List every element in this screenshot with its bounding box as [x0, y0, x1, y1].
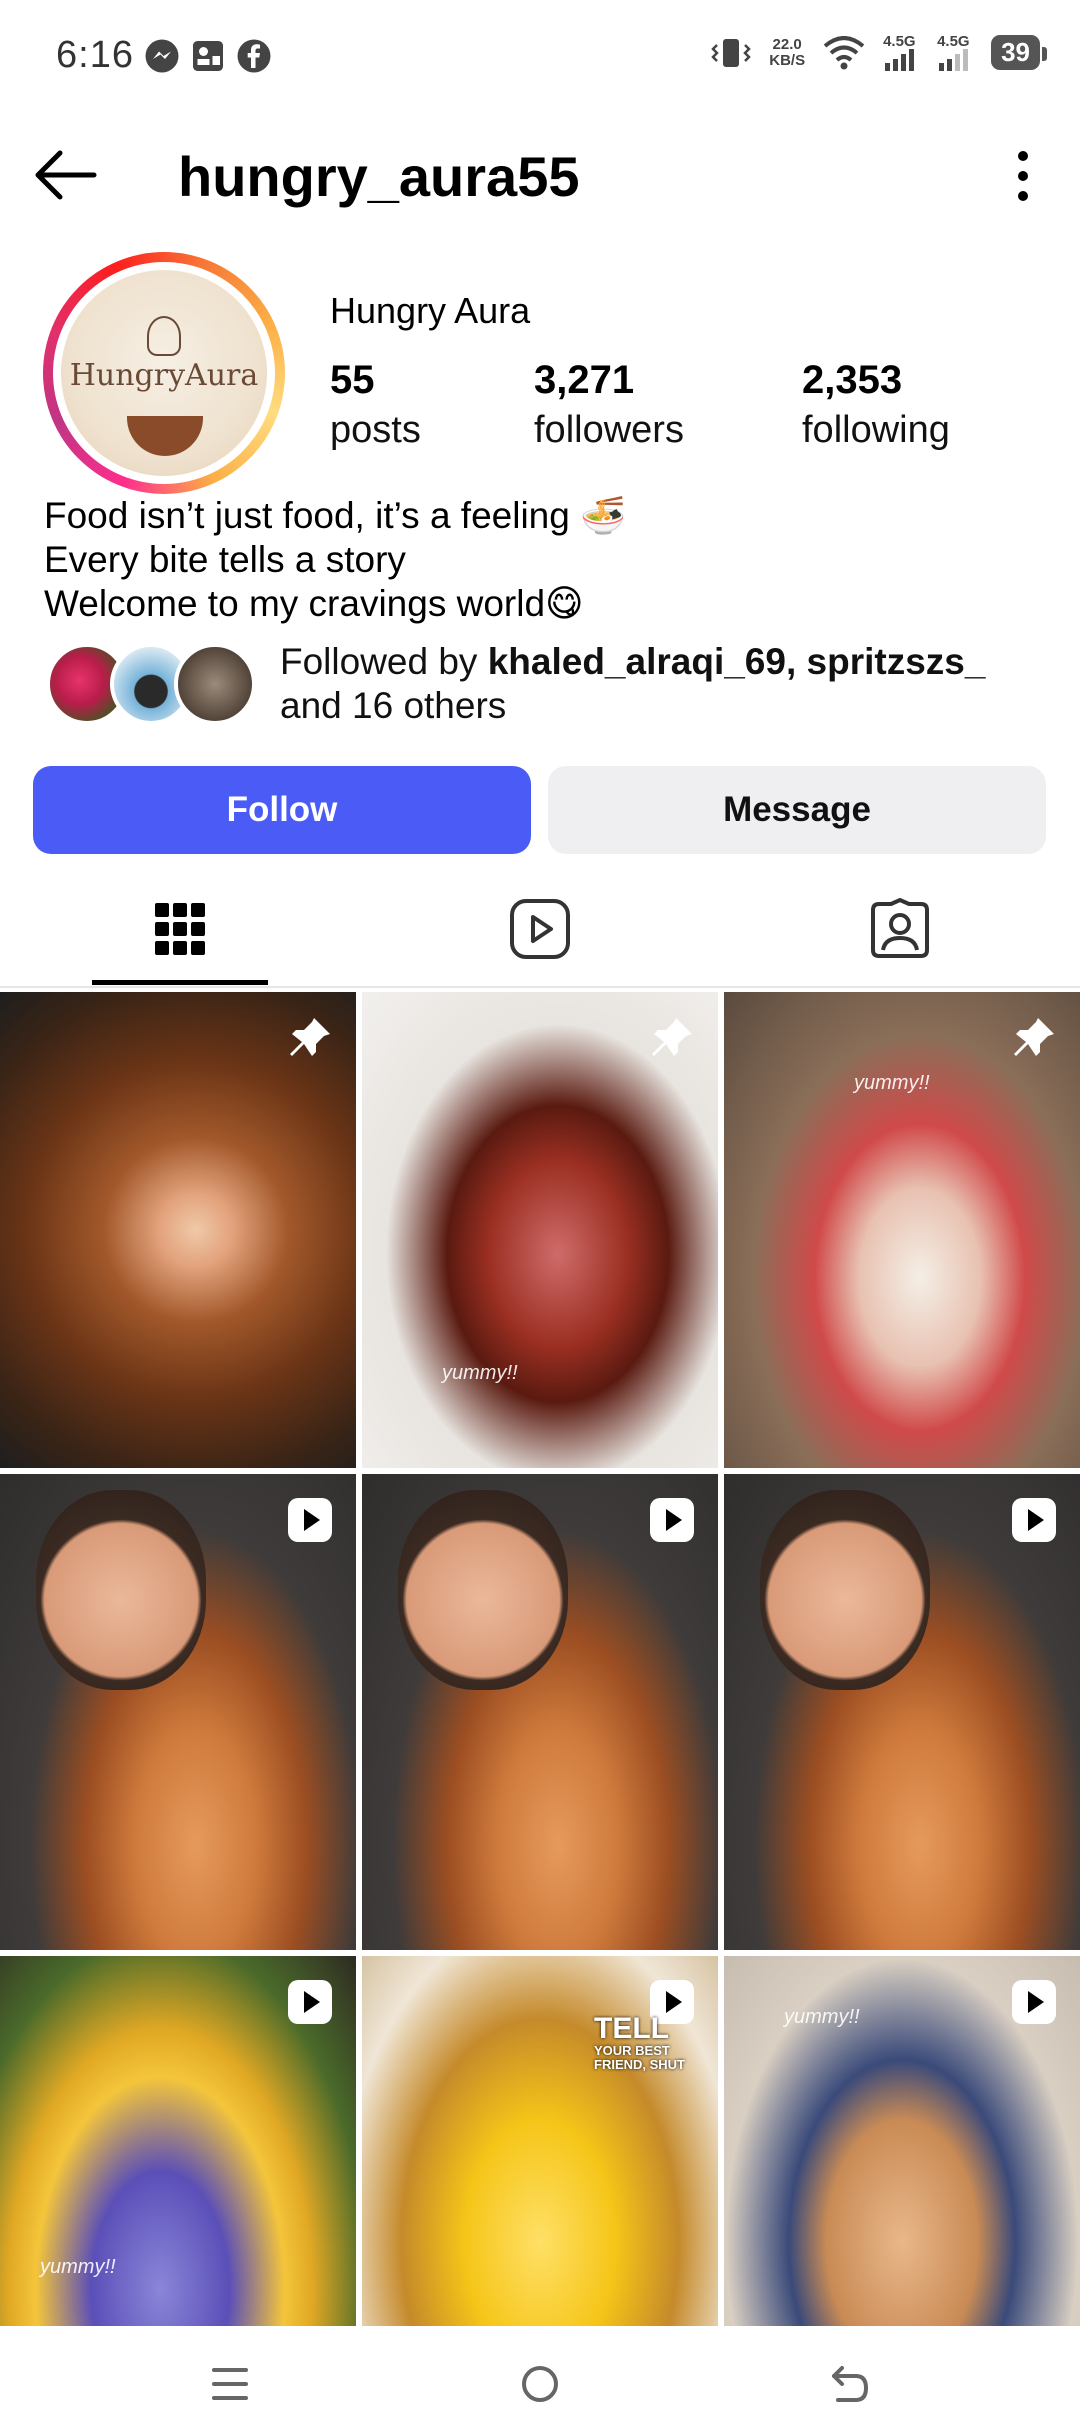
post-person [398, 1490, 568, 1690]
profile-username: hungry_aura55 [178, 145, 580, 208]
avatar-logo-text: HungryAura [69, 358, 259, 393]
following-label: following [802, 409, 950, 451]
back-nav-icon[interactable] [820, 2356, 880, 2412]
tab-posts-grid[interactable] [0, 870, 360, 988]
post-overlay-text: TELL YOUR BEST FRIEND, SHUT [594, 2012, 685, 2072]
mutual-follower-avatar [174, 643, 256, 725]
tab-tagged[interactable] [720, 870, 1080, 988]
following-count: 2,353 [802, 358, 903, 402]
display-name: Hungry Aura [330, 290, 531, 331]
mutual-followers-avatars[interactable] [46, 643, 256, 727]
tagged-icon [871, 898, 929, 958]
signal-sim1: 4.5G [883, 34, 919, 71]
signal-bars-icon [939, 49, 969, 71]
bio: Food isn’t just food, it’s a feeling 🍜 E… [44, 494, 626, 626]
reel-icon [1012, 1980, 1056, 2024]
posts-count: 55 [330, 358, 375, 402]
followers-label: followers [534, 409, 684, 451]
mutual-follower-names: khaled_alraqi_69, spritzszs_ [487, 641, 986, 682]
active-tab-indicator [92, 980, 268, 985]
facebook-icon [237, 39, 271, 73]
bio-line: Food isn’t just food, it’s a feeling 🍜 [44, 495, 627, 536]
grid-post[interactable]: yummy!! [724, 1956, 1080, 2326]
status-bar: 6:16 22.0 KB/S 4.5G 4.5G 39 [0, 0, 1080, 116]
reel-icon [650, 1498, 694, 1542]
signal-sim2: 4.5G [937, 34, 973, 71]
grid-post[interactable] [0, 992, 356, 1468]
back-arrow-icon[interactable] [32, 148, 98, 202]
home-icon[interactable] [510, 2356, 570, 2412]
profile-tabs [0, 870, 1080, 988]
grid-post[interactable]: yummy!! [0, 1956, 356, 2326]
status-time: 6:16 [56, 34, 134, 76]
post-overlay-text: yummy!! [854, 1072, 930, 1094]
grid-post[interactable] [724, 1474, 1080, 1950]
bio-line: Welcome to my cravings world😋 [44, 583, 584, 624]
network-speed: 22.0 KB/S [769, 35, 806, 69]
posts-stat[interactable]: 55 posts [330, 356, 421, 456]
profile-header: hungry_aura55 [0, 130, 1080, 220]
avatar[interactable]: HungryAura [61, 270, 267, 476]
posts-label: posts [330, 409, 421, 451]
bio-line: Every bite tells a story [44, 539, 406, 580]
battery-indicator: 39 [991, 35, 1047, 70]
pin-icon [652, 1018, 692, 1056]
signal-bars-icon [885, 49, 915, 71]
post-person [760, 1490, 930, 1690]
vibrate-icon [711, 38, 752, 67]
grid-post[interactable] [362, 1474, 718, 1950]
system-icons: 22.0 KB/S 4.5G 4.5G 39 [711, 34, 1047, 71]
follow-button[interactable]: Follow [33, 766, 531, 854]
avatar-logo-mark [147, 316, 181, 356]
pin-icon [1014, 1018, 1054, 1056]
grid-post[interactable]: TELL YOUR BEST FRIEND, SHUT [362, 1956, 718, 2326]
notification-icons [144, 38, 272, 74]
story-ring[interactable]: HungryAura [43, 252, 285, 494]
posts-grid: yummy!! yummy!! yummy!! TELL YOUR BEST F… [0, 992, 1080, 2326]
app-notification-icon [193, 41, 223, 71]
reels-icon [510, 899, 570, 959]
pin-icon [290, 1018, 330, 1056]
tab-reels[interactable] [360, 870, 720, 988]
message-button[interactable]: Message [548, 766, 1046, 854]
grid-post[interactable]: yummy!! [362, 992, 718, 1468]
post-person [36, 1490, 206, 1690]
post-overlay-text: yummy!! [784, 2006, 860, 2028]
avatar-food-bowl [127, 416, 203, 456]
reel-icon [288, 1980, 332, 2024]
system-navigation-bar [0, 2330, 1080, 2436]
grid-icon [155, 903, 205, 955]
following-stat[interactable]: 2,353 following [802, 356, 950, 456]
more-options-icon[interactable] [1016, 150, 1030, 202]
followed-by-text[interactable]: Followed by khaled_alraqi_69, spritzszs_… [280, 640, 1060, 728]
messenger-icon [145, 39, 179, 73]
wifi-icon [823, 35, 865, 69]
recent-apps-icon[interactable] [200, 2356, 260, 2412]
post-overlay-text: yummy!! [442, 1362, 518, 1384]
post-overlay-text: yummy!! [40, 2256, 116, 2278]
grid-post[interactable]: yummy!! [724, 992, 1080, 1468]
reel-icon [1012, 1498, 1056, 1542]
reel-icon [288, 1498, 332, 1542]
followers-count: 3,271 [534, 358, 635, 402]
followers-stat[interactable]: 3,271 followers [534, 356, 684, 456]
grid-post[interactable] [0, 1474, 356, 1950]
